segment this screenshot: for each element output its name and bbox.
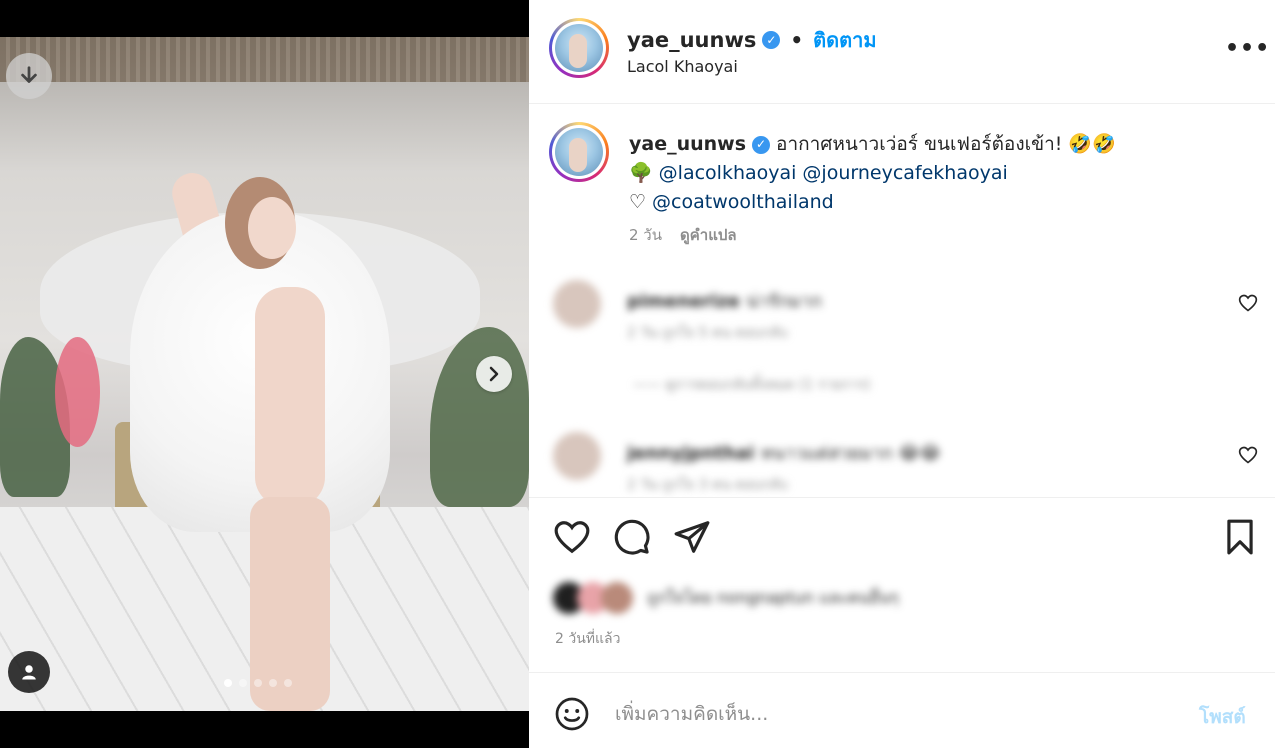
carousel-dot	[239, 679, 247, 687]
comment-avatar[interactable]	[553, 280, 601, 328]
comment-username[interactable]: pimenerize	[627, 291, 740, 312]
paper-plane-icon[interactable]	[673, 518, 711, 556]
location-link[interactable]: Lacol Khaoyai	[627, 57, 738, 76]
comment-meta: 2 วัน ถูกใจ 5 คน ตอบกลับ	[627, 325, 788, 341]
media-pane	[0, 0, 529, 748]
carousel-dot	[269, 679, 277, 687]
tagged-users-button[interactable]	[8, 651, 50, 693]
carousel-dot-active	[224, 679, 232, 687]
heart-icon[interactable]	[553, 518, 591, 556]
comment-item: jennyjpnthai หนาวแต่สวยมาก 😂😂 2 วัน ถูกใ…	[553, 432, 1253, 497]
comment-input[interactable]	[615, 694, 1175, 734]
post-timestamp[interactable]: 2 วันที่แล้ว	[555, 628, 620, 650]
caption: yae_uunws ✓ อากาศหนาวเว่อร์ ขนเฟอร์ต้องเ…	[629, 130, 1249, 217]
post-photo[interactable]	[0, 37, 529, 711]
carousel-dot	[254, 679, 262, 687]
comments-scroll-area[interactable]: yae_uunws ✓ อากาศหนาวเว่อร์ ขนเฟอร์ต้องเ…	[529, 105, 1275, 497]
mention-link[interactable]: @lacolkhaoyai	[659, 159, 797, 188]
comment-text: น่ารักมาก	[746, 291, 822, 312]
comment-bubble-icon[interactable]	[613, 518, 651, 556]
carousel-next-button[interactable]	[476, 356, 512, 392]
action-bar: ถูกใจโดย nongnaptun และคนอื่นๆ 2 วันที่แ…	[529, 497, 1275, 673]
separator-dot: •	[790, 28, 804, 52]
username-link[interactable]: yae_uunws	[627, 28, 756, 52]
comment-like-icon[interactable]	[1238, 293, 1258, 313]
verified-badge-icon: ✓	[752, 135, 771, 154]
avatar[interactable]	[549, 18, 609, 78]
chevron-right-icon	[489, 366, 499, 382]
carousel-dot	[284, 679, 292, 687]
mention-link[interactable]: @journeycafekhaoyai	[802, 159, 1007, 188]
tree-emoji: 🌳	[629, 162, 653, 184]
caption-username[interactable]: yae_uunws	[629, 130, 746, 159]
emoji-smile-icon[interactable]	[554, 696, 590, 732]
follow-button[interactable]: ติดตาม	[813, 24, 876, 56]
post-comment-button[interactable]: โพสต์	[1199, 702, 1246, 732]
carousel-indicator	[224, 679, 292, 687]
verified-badge-icon: ✓	[762, 31, 781, 49]
comment-avatar[interactable]	[553, 432, 601, 480]
download-icon	[21, 66, 37, 83]
comment-item: pimenerize น่ารักมาก 2 วัน ถูกใจ 5 คน ตอ…	[553, 280, 1253, 400]
caption-time: 2 วัน	[629, 226, 662, 244]
likes-summary[interactable]: ถูกใจโดย nongnaptun และคนอื่นๆ	[553, 580, 1053, 616]
add-comment-bar: โพสต์	[529, 674, 1275, 748]
translate-button[interactable]: ดูคำแปล	[680, 223, 737, 247]
post-header: yae_uunws ✓ • ติดตาม Lacol Khaoyai •••	[529, 0, 1275, 104]
more-options-button[interactable]: •••	[1225, 36, 1270, 61]
caption-meta: 2 วัน ดูคำแปล	[629, 223, 737, 247]
heart-emoji: ♡	[629, 191, 647, 213]
bookmark-icon[interactable]	[1221, 518, 1259, 556]
comment-meta: 2 วัน ถูกใจ 3 คน ตอบกลับ	[627, 477, 788, 493]
mention-link[interactable]: @coatwoolthailand	[652, 188, 834, 217]
caption-avatar[interactable]	[549, 122, 609, 182]
view-replies-button[interactable]: —— ดูการตอบกลับทั้งหมด (1 รายการ)	[633, 374, 871, 396]
liker-avatar	[601, 582, 633, 614]
likes-text: ถูกใจโดย nongnaptun และคนอื่นๆ	[647, 587, 899, 607]
post-side-panel: yae_uunws ✓ • ติดตาม Lacol Khaoyai ••• y…	[529, 0, 1275, 748]
caption-text: อากาศหนาวเว่อร์ ขนเฟอร์ต้องเข้า! 🤣🤣	[776, 133, 1116, 155]
download-button[interactable]	[6, 53, 52, 99]
comment-username[interactable]: jennyjpnthai	[627, 443, 754, 464]
comment-text: หนาวแต่สวยมาก 😂😂	[760, 443, 941, 464]
comment-like-icon[interactable]	[1238, 445, 1258, 465]
user-tag-icon	[22, 665, 36, 680]
post-modal: yae_uunws ✓ • ติดตาม Lacol Khaoyai ••• y…	[0, 0, 1275, 748]
